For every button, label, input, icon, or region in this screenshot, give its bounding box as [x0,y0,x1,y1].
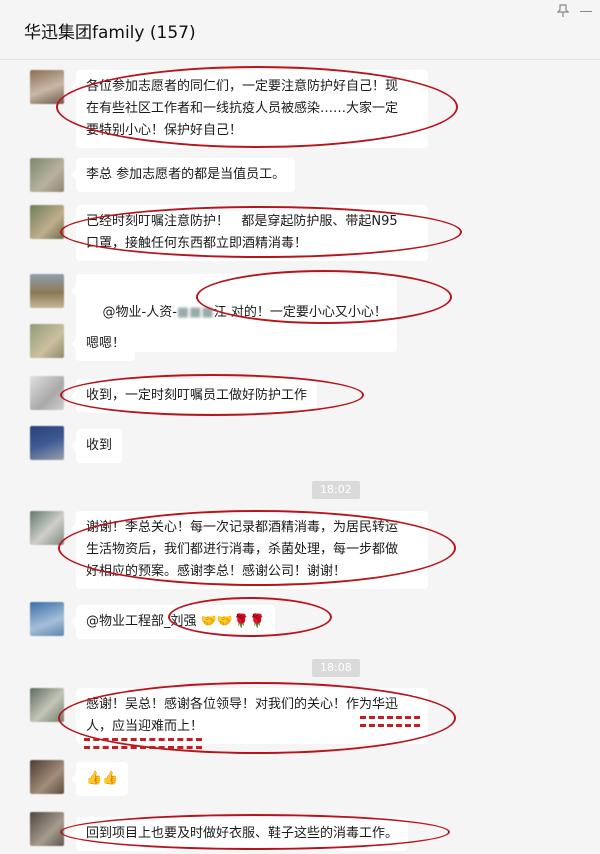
message-bubble: @物业工程部_刘强 🤝🤝🌹🌹 [70,605,276,639]
avatar[interactable] [30,158,64,192]
avatar[interactable] [30,812,64,846]
message-bubble: 各位参加志愿者的同仁们，一定要注意防护好自己！现 在有些社区工作者和一线抗疫人员… [71,70,428,148]
minimize-icon[interactable] [580,11,592,12]
chat-title: 华迅集团family (157) [24,23,196,43]
underline-mark [360,716,420,719]
pin-icon[interactable] [556,4,570,20]
avatar[interactable] [30,274,64,308]
underline-mark [84,738,202,741]
avatar[interactable] [30,602,64,636]
message-bubble: 回到项目上也要及时做好衣服、鞋子这些的消毒工作。 [70,817,409,851]
avatar[interactable] [30,324,64,358]
avatar[interactable] [30,511,64,545]
timestamp: 18:08 [312,659,360,677]
redacted-name: ■■■ [176,305,214,320]
underline-mark [84,746,202,749]
mention-text: @物业-人资- [102,305,177,320]
chat-header: 华迅集团family (157) [0,0,600,60]
underline-mark [360,724,420,727]
avatar[interactable] [30,205,64,239]
message-text: 江 对的！一定要小心又小心！ [213,305,387,320]
message-bubble: 李总 参加志愿者的都是当值员工。 [70,158,296,192]
message-bubble: 👍👍 [70,762,129,796]
avatar[interactable] [30,760,64,794]
message-bubble: 收到 [70,429,123,463]
timestamp: 18:02 [312,481,360,499]
avatar[interactable] [30,376,64,410]
avatar[interactable] [30,70,64,104]
avatar[interactable] [30,426,64,460]
message-bubble: 嗯嗯！ [70,327,136,361]
message-bubble: 收到，一定时刻叮嘱员工做好防护工作 [70,379,318,413]
message-bubble: 已经时刻叮嘱注意防护！ 都是穿起防护服、带起N95 口罩，接触任何东西都立即酒精… [71,205,428,261]
avatar[interactable] [30,688,64,722]
message-bubble: 谢谢！李总关心！每一次记录都酒精消毒，为居民转运 生活物资后，我们都进行消毒，杀… [71,511,428,589]
